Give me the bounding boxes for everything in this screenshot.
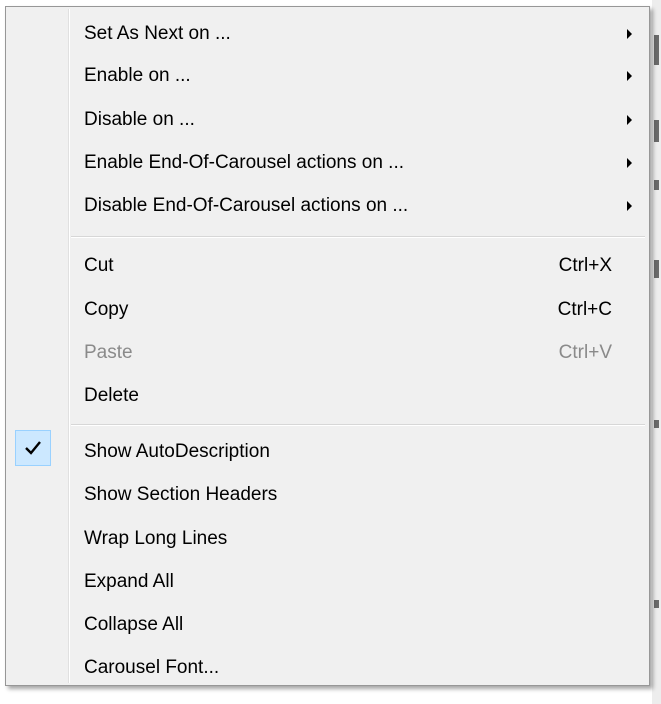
menu-item-label: Show AutoDescription [84,441,270,462]
menu-item-disable-on[interactable]: Disable on ... [9,99,646,141]
menu-item-show-section-headers[interactable]: Show Section Headers [9,474,646,516]
menu-item-label: Copy [84,299,129,320]
menu-item-shortcut: Ctrl+V [558,342,612,363]
menu-item-enable-on[interactable]: Enable on ... [9,55,646,97]
background-text-fragment [654,260,659,278]
menu-item-enable-end-of-carousel-actions-on[interactable]: Enable End-Of-Carousel actions on ... [9,142,646,184]
menu-item-expand-all[interactable]: Expand All [9,561,646,603]
background-text-fragment [654,35,659,65]
menu-item-label: Expand All [84,571,174,592]
menu-item-label: Disable on ... [84,109,195,130]
background-window-edge [652,0,661,704]
submenu-arrow-icon [627,115,632,125]
menu-item-shortcut: Ctrl+C [557,299,612,320]
menu-item-copy[interactable]: Copy Ctrl+C [9,289,646,331]
background-text-fragment [654,120,659,142]
menu-item-label: Delete [84,385,139,406]
menu-item-disable-end-of-carousel-actions-on[interactable]: Disable End-Of-Carousel actions on ... [9,185,646,227]
menu-item-wrap-long-lines[interactable]: Wrap Long Lines [9,518,646,560]
menu-item-label: Wrap Long Lines [84,528,228,549]
submenu-arrow-icon [627,201,632,211]
menu-item-label: Paste [84,342,133,363]
menu-item-label: Cut [84,255,114,276]
menu-item-label: Disable End-Of-Carousel actions on ... [84,195,409,216]
menu-item-shortcut: Ctrl+X [558,255,612,276]
background-text-fragment [654,600,659,608]
context-menu: Set As Next on ... Enable on ... Disable… [5,6,650,686]
menu-separator [71,236,645,238]
submenu-arrow-icon [627,158,632,168]
menu-item-delete[interactable]: Delete [9,375,646,417]
menu-item-label: Set As Next on ... [84,23,231,44]
menu-item-cut[interactable]: Cut Ctrl+X [9,245,646,287]
submenu-arrow-icon [627,29,632,39]
menu-item-label: Carousel Font... [84,657,220,678]
menu-item-set-as-next-on[interactable]: Set As Next on ... [9,13,646,55]
menu-item-label: Collapse All [84,614,184,635]
menu-item-label: Enable on ... [84,65,191,86]
background-text-fragment [654,420,659,428]
menu-item-carousel-font[interactable]: Carousel Font... [9,647,646,689]
menu-item-show-autodescription[interactable]: Show AutoDescription [9,431,646,473]
menu-item-label: Show Section Headers [84,484,278,505]
background-text-fragment [654,180,659,190]
menu-separator [71,424,645,426]
menu-item-collapse-all[interactable]: Collapse All [9,604,646,646]
menu-item-paste[interactable]: Paste Ctrl+V [9,332,646,374]
submenu-arrow-icon [627,71,632,81]
menu-item-label: Enable End-Of-Carousel actions on ... [84,152,405,173]
